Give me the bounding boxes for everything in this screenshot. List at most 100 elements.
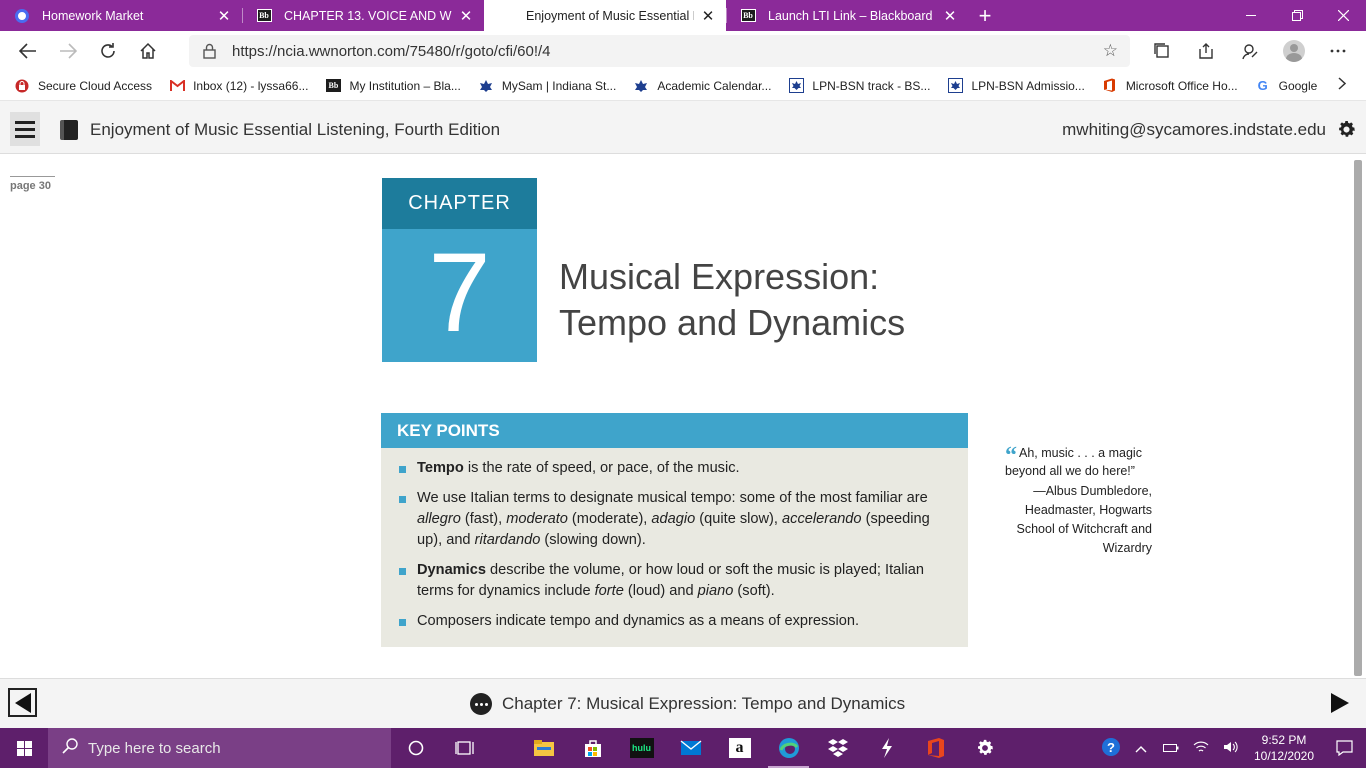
notification-center-icon[interactable]	[1322, 740, 1366, 756]
sycamore-leaf-icon	[478, 78, 494, 94]
minimize-icon[interactable]	[1228, 0, 1274, 31]
tab-close-icon[interactable]: ✕	[700, 7, 716, 25]
windows-start-icon[interactable]	[0, 728, 48, 768]
favorite-label: Microsoft Office Ho...	[1125, 78, 1238, 93]
quote-attribution: —Albus Dumbledore, Headmaster, Hogwarts …	[1016, 484, 1152, 555]
blank-favicon-icon	[498, 8, 514, 24]
next-page-button[interactable]	[1331, 693, 1349, 713]
current-chapter-title: Chapter 7: Musical Expression: Tempo and…	[502, 694, 906, 713]
mail-icon[interactable]	[666, 728, 715, 768]
battery-icon[interactable]	[1156, 741, 1186, 756]
windows-taskbar: Type here to search hulu a ? 9:52 PM 10/…	[0, 728, 1366, 768]
help-icon[interactable]: ?	[1096, 737, 1126, 760]
tab-enjoyment-of-music[interactable]: Enjoyment of Music Essential Listening ✕	[484, 0, 726, 31]
browser-toolbar: https://ncia.wwnorton.com/75480/r/goto/c…	[0, 31, 1366, 71]
address-bar[interactable]: https://ncia.wwnorton.com/75480/r/goto/c…	[189, 35, 1130, 67]
quote-text: Ah, music . . . a magic beyond all we do…	[1005, 446, 1142, 478]
browser-tab-strip: Homework Market ✕ Bb CHAPTER 13. VOICE A…	[0, 0, 1366, 31]
hulu-icon[interactable]: hulu	[617, 728, 666, 768]
system-clock[interactable]: 9:52 PM 10/12/2020	[1246, 732, 1322, 764]
office-icon[interactable]	[911, 728, 960, 768]
favorite-star-icon[interactable]: ☆	[1103, 41, 1118, 61]
favorite-inbox[interactable]: Inbox (12) - lyssa66...	[169, 78, 308, 94]
hamburger-menu-icon[interactable]	[10, 112, 40, 146]
microsoft-store-icon[interactable]	[568, 728, 617, 768]
url-text: https://ncia.wwnorton.com/75480/r/goto/c…	[232, 42, 551, 60]
chapter-menu-icon[interactable]	[470, 693, 492, 715]
key-points-heading: KEY POINTS	[381, 413, 968, 448]
arrow-left-icon	[14, 692, 31, 713]
tab-chapter-13[interactable]: Bb CHAPTER 13. VOICE AND WORSHIP ✕	[242, 0, 484, 31]
profile-avatar-icon[interactable]	[1272, 35, 1316, 67]
refresh-icon[interactable]	[88, 35, 128, 67]
favorite-mysam[interactable]: MySam | Indiana St...	[478, 78, 617, 94]
amazon-icon[interactable]: a	[715, 728, 764, 768]
tab-close-icon[interactable]: ✕	[458, 7, 474, 25]
favorite-lpn-bsn-track[interactable]: LPN-BSN track - BS...	[788, 78, 930, 94]
collections-icon[interactable]	[1140, 35, 1184, 67]
favorite-label: MySam | Indiana St...	[501, 78, 617, 93]
favorite-label: LPN-BSN track - BS...	[812, 78, 931, 93]
task-view-icon[interactable]	[440, 728, 489, 768]
clock-time: 9:52 PM	[1261, 733, 1307, 747]
feedback-icon[interactable]	[1228, 35, 1272, 67]
close-window-icon[interactable]	[1320, 0, 1366, 31]
tab-title: Homework Market	[42, 8, 144, 23]
restore-icon[interactable]	[1274, 0, 1320, 31]
tab-homework-market[interactable]: Homework Market ✕	[0, 0, 242, 31]
chevron-up-icon[interactable]	[1126, 741, 1156, 756]
lock-icon	[203, 43, 217, 59]
chevron-right-icon[interactable]	[1338, 77, 1347, 95]
favorite-secure-cloud-access[interactable]: Secure Cloud Access	[14, 78, 152, 94]
gear-icon[interactable]	[1336, 119, 1357, 144]
previous-page-button[interactable]	[8, 688, 37, 717]
tab-launch-lti-link[interactable]: Bb Launch LTI Link – Blackboard Learn ✕	[726, 0, 968, 31]
home-icon[interactable]	[128, 35, 168, 67]
key-point: Dynamics describe the volume, or how lou…	[399, 560, 944, 602]
key-points-list: Tempo is the rate of speed, or pace, of …	[381, 448, 968, 632]
chapter-title-line-2: Tempo and Dynamics	[559, 302, 906, 343]
blackboard-icon: Bb	[256, 8, 272, 24]
more-menu-icon[interactable]	[1316, 35, 1360, 67]
page-scrollbar[interactable]	[1354, 160, 1362, 676]
user-email[interactable]: mwhiting@sycamores.indstate.edu	[1062, 120, 1326, 140]
book-icon	[60, 120, 78, 140]
vpn-icon[interactable]	[862, 728, 911, 768]
favorite-academic-calendar[interactable]: Academic Calendar...	[633, 78, 771, 94]
taskbar-search-box[interactable]: Type here to search	[48, 728, 391, 768]
favorite-microsoft-office[interactable]: Microsoft Office Ho...	[1102, 78, 1238, 94]
tab-title: Launch LTI Link – Blackboard Learn	[768, 8, 936, 23]
favorite-label: Secure Cloud Access	[38, 78, 153, 93]
favorite-google[interactable]: G Google	[1255, 78, 1318, 94]
tab-close-icon[interactable]: ✕	[216, 7, 232, 25]
key-point: Composers indicate tempo and dynamics as…	[399, 611, 944, 632]
cortana-icon[interactable]	[391, 728, 440, 768]
edge-browser-icon[interactable]	[764, 728, 813, 768]
chapter-title: Musical Expression: Tempo and Dynamics	[559, 254, 905, 346]
back-arrow-icon[interactable]	[8, 35, 48, 67]
search-placeholder: Type here to search	[88, 739, 221, 757]
favorite-lpn-bsn-admission[interactable]: LPN-BSN Admissio...	[947, 78, 1085, 94]
favorites-bar: Secure Cloud Access Inbox (12) - lyssa66…	[0, 71, 1366, 101]
sycamore-square-icon	[788, 78, 804, 94]
favorite-label: Google	[1278, 78, 1318, 93]
share-icon[interactable]	[1184, 35, 1228, 67]
settings-icon[interactable]	[960, 728, 1009, 768]
favorite-label: My Institution – Bla...	[349, 78, 461, 93]
book-title: Enjoyment of Music Essential Listening, …	[90, 120, 501, 139]
chapter-number: 7	[428, 230, 491, 355]
key-point: Tempo is the rate of speed, or pace, of …	[399, 458, 944, 479]
taskbar-spacer	[489, 728, 519, 768]
dropbox-icon[interactable]	[813, 728, 862, 768]
gmail-icon	[169, 78, 185, 94]
forward-arrow-icon[interactable]	[48, 35, 88, 67]
tab-title: Enjoyment of Music Essential Listening	[526, 8, 694, 23]
favorite-my-institution[interactable]: Bb My Institution – Bla...	[325, 78, 461, 94]
volume-icon[interactable]	[1216, 740, 1246, 757]
wifi-icon[interactable]	[1186, 740, 1216, 757]
new-tab-button[interactable]: +	[968, 0, 1002, 31]
tab-close-icon[interactable]: ✕	[942, 7, 958, 25]
file-explorer-icon[interactable]	[519, 728, 568, 768]
clock-date: 10/12/2020	[1253, 749, 1315, 763]
favorite-label: LPN-BSN Admissio...	[971, 78, 1085, 93]
